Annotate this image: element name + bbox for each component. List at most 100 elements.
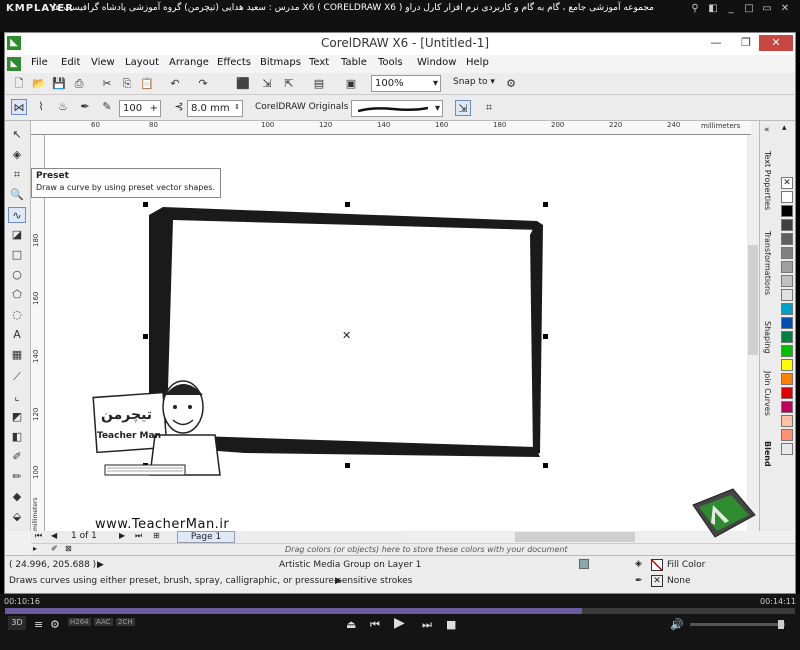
page-tab[interactable]: Page 1 xyxy=(177,531,235,543)
color-swatch[interactable] xyxy=(781,387,793,399)
play-icon[interactable]: ▶ xyxy=(394,615,405,631)
color-swatch[interactable] xyxy=(781,219,793,231)
vertical-scrollbar[interactable] xyxy=(747,135,759,531)
redo-icon[interactable]: ↷ xyxy=(195,76,211,92)
no-color-icon[interactable]: ⊠ xyxy=(65,544,72,553)
dimension-tool-icon[interactable]: ⟋ xyxy=(8,369,26,385)
docker-tab-transformations[interactable]: Transformations xyxy=(763,231,772,295)
color-swatch[interactable] xyxy=(781,275,793,287)
selection-handle[interactable] xyxy=(345,202,350,207)
scroll-thumb[interactable] xyxy=(748,245,758,355)
search-content-icon[interactable]: ⬛ xyxy=(235,76,251,92)
color-swatch[interactable] xyxy=(781,429,793,441)
color-swatch[interactable] xyxy=(781,373,793,385)
basic-shapes-tool-icon[interactable]: ◌ xyxy=(8,307,26,323)
selection-handle[interactable] xyxy=(543,463,548,468)
pressure-mode-icon[interactable]: ✎ xyxy=(99,99,115,115)
color-swatch[interactable] xyxy=(781,191,793,203)
outline-none-swatch[interactable]: ✕ xyxy=(651,575,663,587)
scroll-thumb[interactable] xyxy=(515,532,635,542)
open-icon[interactable]: 📂 xyxy=(31,76,47,92)
coreldraw-app-icon[interactable]: ◣ xyxy=(7,36,21,50)
zoom-tool-icon[interactable]: 🔍 xyxy=(8,187,26,203)
menu-view[interactable]: View xyxy=(91,57,115,68)
color-swatch[interactable] xyxy=(781,247,793,259)
pin-icon[interactable]: ⚲ xyxy=(688,2,702,16)
theme-icon[interactable]: ◧ xyxy=(706,2,720,16)
add-page-icon[interactable]: ⊞ xyxy=(153,531,160,540)
connector-tool-icon[interactable]: ⌞ xyxy=(8,389,26,405)
smart-fill-tool-icon[interactable]: ◪ xyxy=(8,227,26,243)
menu-table[interactable]: Table xyxy=(341,57,367,68)
artistic-media-tool-icon[interactable]: ∿ xyxy=(8,207,26,223)
docker-tab-shaping[interactable]: Shaping xyxy=(763,321,772,354)
interactive-fill-tool-icon[interactable]: ⬙ xyxy=(8,509,26,525)
text-tool-icon[interactable]: A xyxy=(8,327,26,343)
color-swatch[interactable] xyxy=(781,289,793,301)
window-close-button[interactable]: ✕ xyxy=(759,35,793,51)
color-swatch[interactable] xyxy=(781,443,793,455)
palette-scroll-up-icon[interactable]: ▴ xyxy=(782,123,787,133)
selection-handle[interactable] xyxy=(543,202,548,207)
menu-effects[interactable]: Effects xyxy=(217,57,251,68)
outline-tool-icon[interactable]: ✏ xyxy=(8,469,26,485)
cut-icon[interactable]: ✂ xyxy=(99,76,115,92)
preset-mode-icon[interactable]: ⋈ xyxy=(11,99,27,115)
save-icon[interactable]: 💾 xyxy=(51,76,67,92)
pick-tool-icon[interactable]: ↖ xyxy=(8,127,26,143)
export-icon[interactable]: ⇱ xyxy=(281,76,297,92)
center-mark-icon[interactable]: ✕ xyxy=(342,329,351,342)
volume-slider[interactable] xyxy=(690,620,785,629)
3d-toggle-icon[interactable]: 3D xyxy=(8,616,26,630)
docker-expand-icon[interactable]: « xyxy=(764,125,770,135)
ellipse-tool-icon[interactable]: ○ xyxy=(8,267,26,283)
document-icon[interactable]: ◣ xyxy=(7,57,21,71)
last-page-icon[interactable]: ⏭ xyxy=(135,531,142,541)
crop-tool-icon[interactable]: ⌗ xyxy=(8,167,26,183)
color-swatch[interactable] xyxy=(781,415,793,427)
import-icon[interactable]: ⇲ xyxy=(259,76,275,92)
transparency-tool-icon[interactable]: ◧ xyxy=(8,429,26,445)
snap-to-button[interactable]: Snap to ▾ xyxy=(453,77,495,87)
settings-icon[interactable]: ⚙ xyxy=(50,618,60,631)
copy-icon[interactable]: ⎘ xyxy=(119,76,135,92)
menu-bitmaps[interactable]: Bitmaps xyxy=(260,57,301,68)
menu-arrange[interactable]: Arrange xyxy=(169,57,209,68)
menu-edit[interactable]: Edit xyxy=(61,57,80,68)
paste-icon[interactable]: 📋 xyxy=(139,76,155,92)
minimize-icon[interactable]: _ xyxy=(724,2,738,16)
window-minimize-icon[interactable]: — xyxy=(705,35,727,51)
application-launcher-icon[interactable]: ▣ xyxy=(343,76,359,92)
stroke-width-field[interactable]: 8.0 mm ⇕ xyxy=(187,100,243,117)
print-icon[interactable]: ⎙ xyxy=(71,76,87,92)
next-icon[interactable]: ⏭ xyxy=(422,618,432,632)
docker-tab-blend[interactable]: Blend xyxy=(763,441,772,467)
docker-tab-text-properties[interactable]: Text Properties xyxy=(763,151,772,210)
color-swatch[interactable] xyxy=(781,317,793,329)
selection-handle[interactable] xyxy=(345,463,350,468)
stop-icon[interactable]: ■ xyxy=(446,618,456,631)
new-document-icon[interactable]: 🗋 xyxy=(11,76,27,92)
docker-tab-join-curves[interactable]: Join Curves xyxy=(763,371,772,416)
menu-help[interactable]: Help xyxy=(466,57,489,68)
volume-knob[interactable] xyxy=(778,620,784,629)
menu-tools[interactable]: Tools xyxy=(378,57,403,68)
calligraphic-mode-icon[interactable]: ✒ xyxy=(77,99,93,115)
color-swatch[interactable] xyxy=(781,303,793,315)
previous-icon[interactable]: ⏮ xyxy=(370,618,380,632)
sprayer-mode-icon[interactable]: ♨ xyxy=(55,99,71,115)
table-tool-icon[interactable]: ▦ xyxy=(8,347,26,363)
fullscreen-icon[interactable]: ▭ xyxy=(760,2,774,16)
color-swatch[interactable] xyxy=(781,233,793,245)
fill-tool-icon[interactable]: ◆ xyxy=(8,489,26,505)
selection-handle[interactable] xyxy=(543,334,548,339)
publish-pdf-icon[interactable]: ▤ xyxy=(311,76,327,92)
fill-color-swatch[interactable] xyxy=(651,559,663,571)
hint-expand-icon[interactable]: ▶ xyxy=(335,576,342,586)
document-palette[interactable]: ▸ ✐ ⊠ Drag colors (or objects) here to s… xyxy=(31,543,795,555)
polygon-tool-icon[interactable]: ⬠ xyxy=(8,287,26,303)
color-swatch[interactable] xyxy=(781,401,793,413)
menu-window[interactable]: Window xyxy=(417,57,456,68)
close-icon[interactable]: ✕ xyxy=(778,2,792,16)
window-restore-icon[interactable]: ❐ xyxy=(735,35,757,51)
